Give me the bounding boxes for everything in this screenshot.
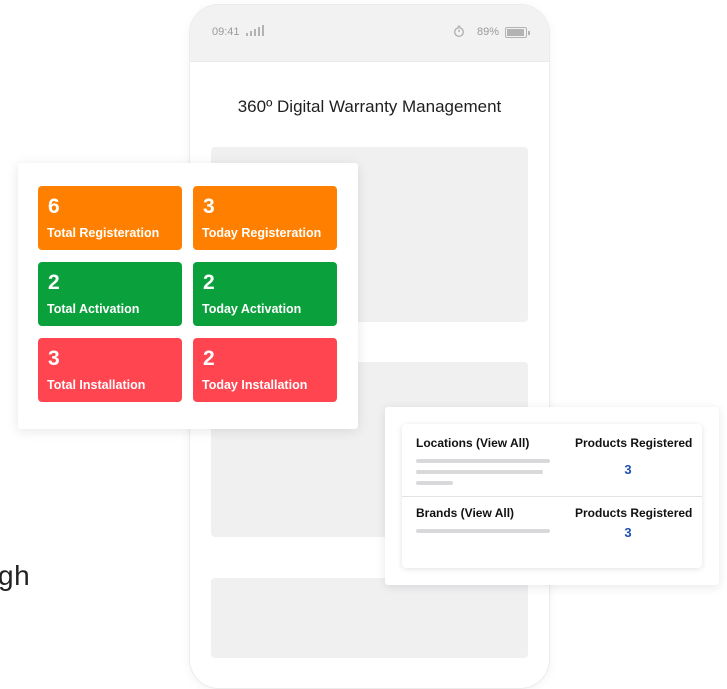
placeholder-line	[416, 470, 543, 474]
tile-total-activation[interactable]: 2 Total Activation	[38, 262, 182, 326]
background-clipped-text: gh	[0, 560, 31, 591]
tile-value: 3	[48, 347, 60, 370]
placeholder-line	[416, 529, 550, 533]
brands-products-value: 3	[624, 525, 632, 540]
row-divider	[402, 496, 702, 497]
tile-label: Today Activation	[202, 302, 302, 316]
locations-view-all-link[interactable]: Locations (View All)	[416, 436, 529, 450]
tile-total-registration[interactable]: 6 Total Registeration	[38, 186, 182, 250]
battery-icon	[505, 27, 530, 38]
tile-value: 2	[203, 347, 215, 370]
status-bar: 09:41 89%	[190, 5, 549, 62]
placeholder-line	[416, 481, 453, 485]
tile-label: Total Activation	[47, 302, 140, 316]
placeholder-line	[416, 459, 550, 463]
placeholder-block	[211, 578, 528, 658]
brands-view-all-link[interactable]: Brands (View All)	[416, 506, 514, 520]
stats-card: 6 Total Registeration 3 Today Registerat…	[18, 163, 358, 429]
tile-value: 3	[203, 195, 215, 218]
stopwatch-icon	[454, 25, 464, 37]
tile-label: Today Installation	[202, 378, 308, 392]
tile-value: 2	[203, 271, 215, 294]
tile-today-activation[interactable]: 2 Today Activation	[193, 262, 337, 326]
app-title: 360º Digital Warranty Management	[237, 97, 502, 116]
tile-label: Total Installation	[47, 378, 146, 392]
tile-value: 6	[48, 195, 60, 218]
tile-label: Today Registeration	[202, 226, 322, 240]
tile-value: 2	[48, 271, 60, 294]
tile-today-installation[interactable]: 2 Today Installation	[193, 338, 337, 402]
status-time: 09:41	[212, 26, 240, 38]
tile-today-registration[interactable]: 3 Today Registeration	[193, 186, 337, 250]
battery-percent: 89%	[477, 26, 500, 38]
signal-bars-icon	[246, 24, 264, 36]
tile-label: Total Registeration	[47, 226, 160, 240]
products-registered-header: Products Registered	[575, 436, 693, 450]
locations-products-value: 3	[624, 462, 632, 477]
products-registered-header: Products Registered	[575, 506, 693, 520]
locations-card: Locations (View All) Products Registered…	[402, 424, 702, 568]
tile-total-installation[interactable]: 3 Total Installation	[38, 338, 182, 402]
